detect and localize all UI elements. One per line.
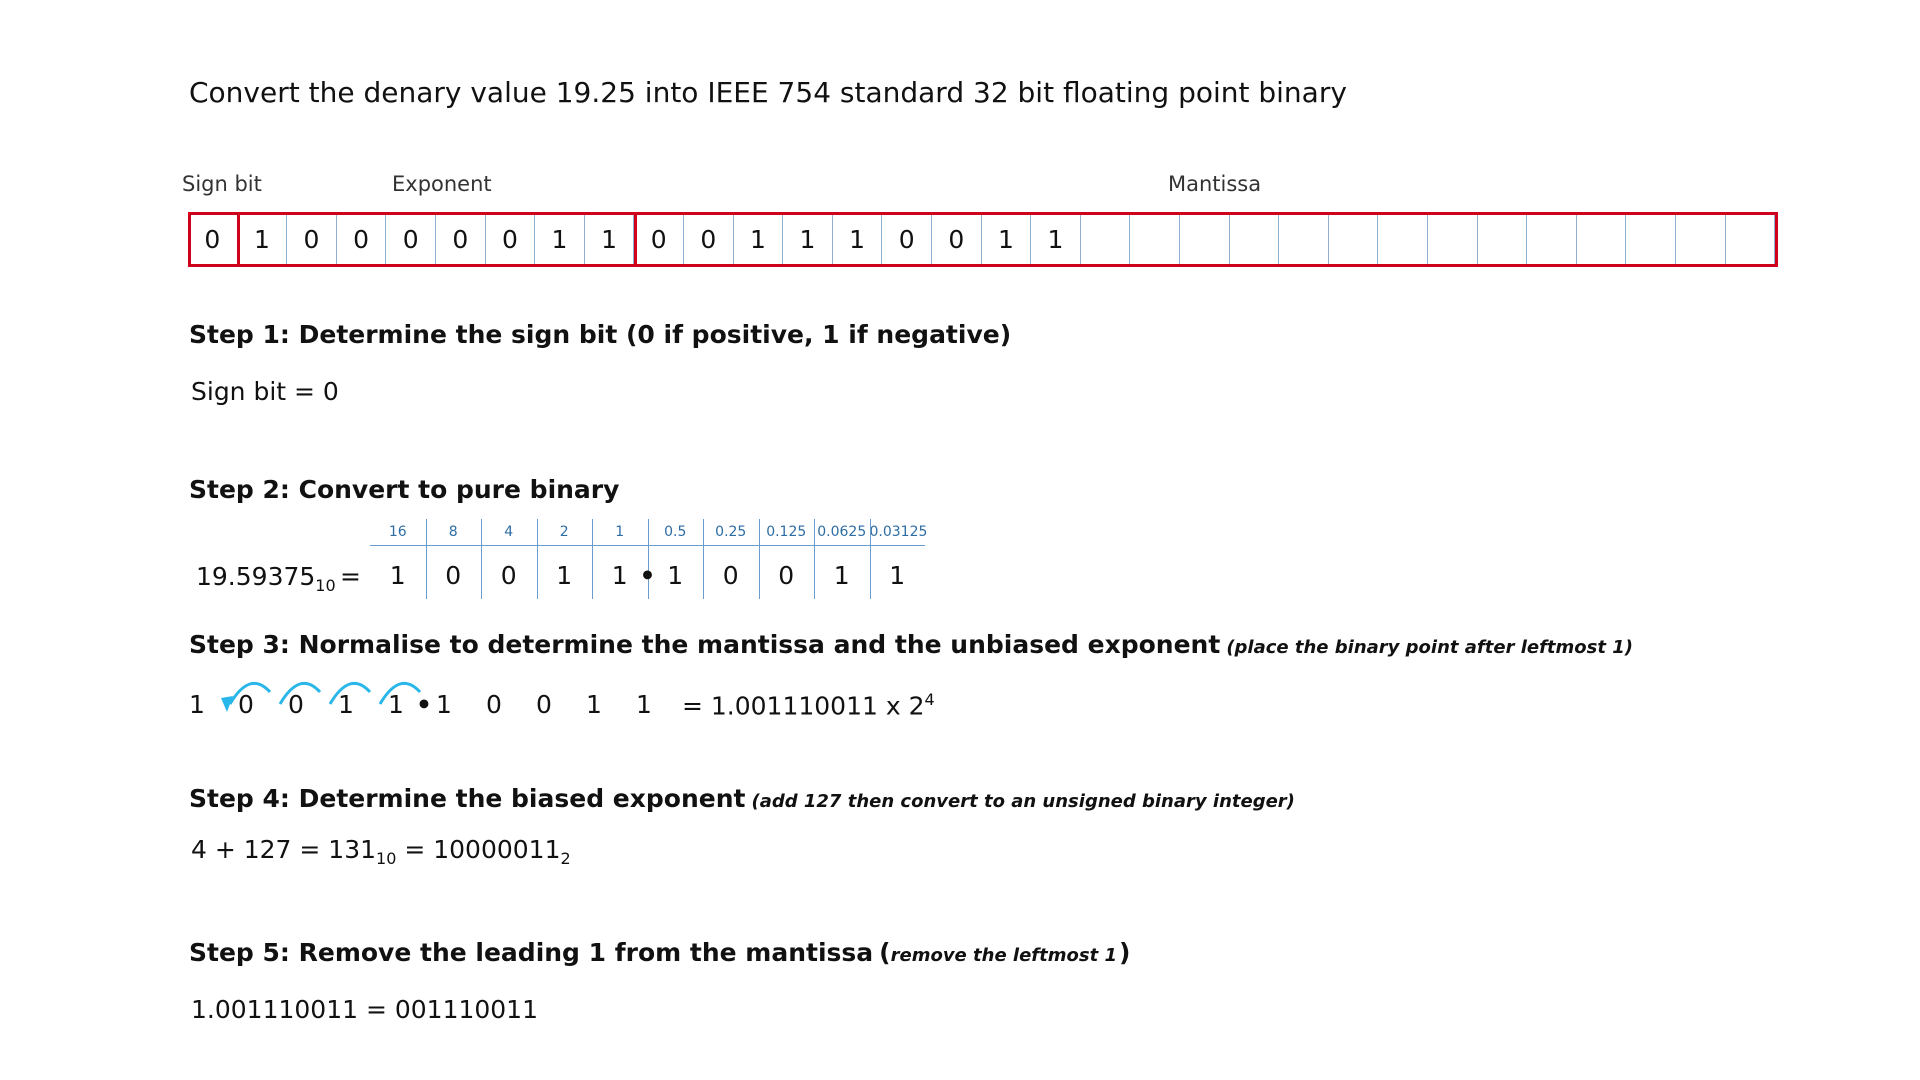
normalise-digit: 1	[338, 690, 354, 719]
place-value-header: 1	[615, 524, 625, 540]
step5-value: 1.001110011 = 001110011	[191, 995, 538, 1024]
normalise-digit: 0	[536, 690, 552, 719]
step4-note: (add 127 then convert to an unsigned bin…	[751, 791, 1295, 812]
normalise-digit: 0	[288, 690, 304, 719]
exponent-label: Exponent	[392, 172, 492, 196]
step4-expression: 4 + 127 = 13110 = 100000112	[191, 835, 571, 868]
mantissa-box	[634, 212, 1778, 267]
sign-bit-box	[188, 212, 240, 267]
normalise-digit: 1	[636, 690, 652, 719]
place-value-column-divider	[536, 519, 538, 599]
step4-expr-part1: 4 + 127 = 131	[191, 835, 377, 864]
place-value-column-divider	[425, 519, 427, 599]
binary-digit: 1	[889, 561, 906, 590]
binary-digit: 1	[556, 561, 573, 590]
binary-digit: 0	[500, 561, 517, 590]
place-value-header: 0.125	[766, 524, 807, 540]
binary-digit: 1	[389, 561, 406, 590]
place-value-column-divider	[481, 519, 482, 599]
step2-number: 19.59375	[196, 562, 316, 591]
step4-heading: Step 4: Determine the biased exponent (ad…	[189, 784, 1295, 813]
place-value-header: 16	[388, 524, 407, 540]
step1-heading: Step 1: Determine the sign bit (0 if pos…	[189, 320, 1012, 349]
step2-denary-number: 19.5937510	[196, 562, 336, 595]
place-value-column-divider	[703, 519, 704, 599]
step3-note: (place the binary point after leftmost 1…	[1226, 637, 1633, 658]
exponent-box	[237, 212, 637, 267]
step5-heading: Step 5: Remove the leading 1 from the ma…	[189, 938, 1130, 967]
place-value-column-divider	[758, 519, 760, 599]
step4-expr-sub2: 2	[560, 849, 571, 868]
binary-digit: 0	[722, 561, 739, 590]
step2-base: 10	[315, 576, 336, 595]
step2-equals: =	[340, 562, 361, 591]
step3-result-power: 4	[924, 690, 935, 709]
place-value-header: 2	[559, 524, 569, 540]
step3-result: = 1.001110011 x 24	[682, 690, 935, 720]
step1-sign-bit-value: Sign bit = 0	[191, 377, 339, 406]
step5-note-close: )	[1118, 938, 1131, 967]
place-value-header: 0.25	[715, 524, 747, 540]
step4-heading-text: Step 4: Determine the biased exponent	[189, 784, 746, 813]
normalise-digit: 1	[388, 690, 404, 719]
page-title: Convert the denary value 19.25 into IEEE…	[189, 76, 1347, 109]
step5-note: remove the leftmost 1	[890, 945, 1117, 966]
normalise-binary-point: •	[416, 690, 432, 719]
step4-expr-part2: = 10000011	[396, 835, 561, 864]
step3-heading: Step 3: Normalise to determine the manti…	[189, 630, 1633, 659]
ieee754-bit-row: 110011100110000010	[188, 212, 1778, 267]
step3-result-text: = 1.001110011 x 2	[682, 691, 925, 721]
normalise-digit: 0	[486, 690, 502, 719]
place-value-column-divider	[592, 519, 593, 599]
step4-expr-sub1: 10	[376, 849, 397, 868]
place-value-column-divider	[869, 519, 871, 599]
place-value-header: 0.0625	[817, 524, 867, 540]
sign-bit-label: Sign bit	[182, 172, 262, 196]
place-value-header: 8	[448, 524, 458, 540]
binary-digit: 0	[778, 561, 795, 590]
step5-note-open: (	[879, 938, 891, 967]
step3-heading-text: Step 3: Normalise to determine the manti…	[189, 630, 1221, 659]
place-value-column-divider	[814, 519, 815, 599]
step5-heading-text: Step 5: Remove the leading 1 from the ma…	[189, 938, 874, 967]
place-value-header: 4	[504, 524, 514, 540]
place-value-header: 0.5	[664, 524, 687, 540]
binary-digit: 0	[445, 561, 462, 590]
normalise-digit: 1	[436, 690, 452, 719]
mantissa-label: Mantissa	[1168, 172, 1262, 196]
place-value-header: 0.03125	[869, 524, 928, 540]
binary-point: •	[639, 561, 656, 590]
normalise-digit: 1	[586, 690, 602, 719]
binary-digit: 1	[833, 561, 850, 590]
normalise-digit: 0	[238, 690, 254, 719]
step2-heading: Step 2: Convert to pure binary	[189, 475, 620, 504]
normalise-digit: 1	[189, 690, 205, 719]
